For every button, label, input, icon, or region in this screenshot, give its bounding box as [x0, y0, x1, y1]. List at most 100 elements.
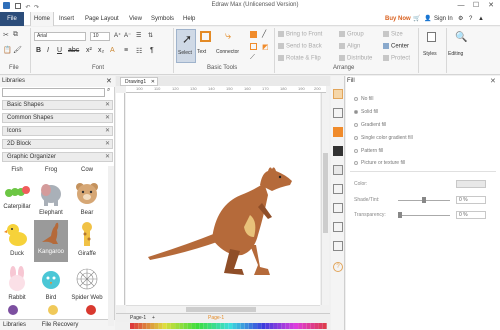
library-icons[interactable]: Icons ✕ [2, 126, 113, 136]
libraries-close-icon[interactable]: ✕ [106, 77, 112, 85]
palette-swatch[interactable] [220, 323, 225, 329]
shape-kangaroo[interactable]: Kangaroo [34, 220, 68, 262]
palette-swatch[interactable] [179, 323, 184, 329]
paragraph-icon[interactable]: ¶ [150, 47, 154, 54]
center-button[interactable]: Center [383, 43, 409, 50]
fill-option-picture[interactable]: Picture or texture fill [354, 160, 405, 166]
group-button[interactable]: Group [339, 31, 364, 38]
close-icon[interactable]: ✕ [151, 78, 155, 86]
palette-swatch[interactable] [281, 323, 286, 329]
cut-icon[interactable]: ✂ [3, 31, 9, 39]
fill-option-pattern[interactable]: Pattern fill [354, 148, 383, 154]
transparency-slider-thumb[interactable] [398, 212, 402, 218]
palette-swatch[interactable] [207, 323, 212, 329]
palette-swatch[interactable] [195, 323, 200, 329]
color-palette[interactable] [116, 322, 330, 330]
palette-swatch[interactable] [183, 323, 188, 329]
palette-swatch[interactable] [294, 323, 298, 329]
libraries-bottom-tab[interactable] [2, 305, 42, 317]
scroll-thumb[interactable] [186, 307, 256, 312]
shape-icon[interactable] [250, 43, 257, 50]
palette-swatch[interactable] [138, 323, 143, 329]
palette-swatch[interactable] [134, 323, 139, 329]
palette-swatch[interactable] [322, 323, 327, 329]
shape-giraffe[interactable]: Giraffe [70, 222, 104, 257]
close-icon[interactable]: ✕ [105, 101, 110, 110]
buy-now-link[interactable]: Buy Now [385, 12, 411, 26]
page-tab[interactable]: Page-1 [130, 315, 146, 321]
library-common-shapes[interactable]: Common Shapes ✕ [2, 113, 113, 123]
styles-button[interactable]: Styles [421, 29, 443, 63]
palette-swatch[interactable] [162, 323, 167, 329]
library-graphic-organizer[interactable]: Graphic Organizer ✕ [2, 152, 113, 162]
text-tool-button[interactable]: Text [197, 29, 215, 63]
tab-home[interactable]: Home [30, 12, 55, 26]
close-icon[interactable]: ✕ [105, 127, 110, 136]
palette-swatch[interactable] [289, 323, 294, 329]
palette-swatch[interactable] [232, 323, 237, 329]
shape-cow[interactable]: Cow [70, 166, 104, 173]
shade-tint-input[interactable]: 0 % [456, 196, 486, 204]
line-spacing-icon[interactable]: ☷ [136, 47, 142, 55]
align-text-icon[interactable]: ≡ [124, 47, 128, 54]
document-tab[interactable]: Drawing1 ✕ [120, 77, 158, 86]
palette-swatch[interactable] [158, 323, 163, 329]
palette-swatch[interactable] [240, 323, 245, 329]
shape-elephant[interactable]: Elephant [34, 181, 68, 216]
palette-swatch[interactable] [228, 323, 233, 329]
size-button[interactable]: Size [383, 31, 403, 38]
font-size-select[interactable]: 10 [90, 32, 110, 41]
close-icon[interactable]: ✕ [105, 153, 110, 162]
close-icon[interactable]: ✕ [105, 114, 110, 123]
palette-swatch[interactable] [257, 323, 262, 329]
undo-icon[interactable]: ↶ [25, 5, 30, 11]
library-search-input[interactable] [2, 88, 105, 97]
palette-swatch[interactable] [261, 323, 266, 329]
close-button[interactable]: ✕ [484, 1, 498, 11]
grow-font-icon[interactable]: A⁺ [114, 32, 121, 39]
shape-spider-web[interactable]: Spider Web [70, 266, 104, 301]
shape-fish[interactable]: Fish [0, 166, 34, 173]
canvas-vertical-scrollbar[interactable] [321, 93, 329, 305]
bullets-icon[interactable]: ☰ [136, 32, 141, 39]
palette-swatch[interactable] [203, 323, 208, 329]
apple-shape[interactable] [78, 305, 108, 317]
palette-swatch[interactable] [199, 323, 204, 329]
data-panel-icon[interactable] [333, 165, 343, 175]
layers-panel-icon[interactable] [333, 203, 343, 213]
palette-swatch[interactable] [175, 323, 180, 329]
palette-swatch[interactable] [150, 323, 155, 329]
page-panel-icon[interactable] [333, 184, 343, 194]
fill-option-gradient[interactable]: Gradient fill [354, 122, 386, 128]
shape-frog[interactable]: Frog [34, 166, 68, 173]
palette-swatch[interactable] [187, 323, 192, 329]
palette-swatch[interactable] [310, 323, 315, 329]
select-tool-button[interactable]: ➚ Select [176, 29, 196, 63]
tab-help[interactable]: Help [180, 12, 198, 26]
navigation-panel-icon[interactable] [333, 222, 343, 232]
line-icon[interactable]: ╱ [262, 30, 266, 38]
palette-swatch[interactable] [244, 323, 249, 329]
palette-swatch[interactable] [142, 323, 147, 329]
tab-insert[interactable]: Insert [56, 12, 77, 26]
save-icon[interactable] [14, 3, 21, 9]
tab-symbols[interactable]: Symbols [148, 12, 177, 26]
file-menu-tab[interactable]: File [0, 12, 24, 26]
connector-tool-button[interactable]: ⤷ Connector [216, 29, 246, 63]
palette-swatch[interactable] [306, 323, 311, 329]
kangaroo-drawing[interactable] [126, 93, 320, 305]
transparency-slider[interactable] [398, 215, 450, 216]
shrink-font-icon[interactable]: A⁻ [124, 32, 131, 39]
italic-button[interactable]: I [47, 47, 49, 54]
font-family-select[interactable]: Arial [34, 32, 86, 41]
strikethrough-button[interactable]: abc [68, 47, 79, 54]
shadow-panel-icon[interactable] [333, 127, 343, 137]
palette-swatch[interactable] [298, 323, 303, 329]
shade-slider-thumb[interactable] [422, 197, 426, 203]
close-icon[interactable]: ✕ [105, 140, 110, 149]
editing-button[interactable]: 🔍 Editing [448, 29, 472, 63]
palette-swatch[interactable] [166, 323, 171, 329]
transparency-input[interactable]: 0 % [456, 211, 486, 219]
text-direction-icon[interactable]: ⇅ [148, 32, 153, 39]
shape-bear[interactable]: Bear [70, 181, 104, 216]
